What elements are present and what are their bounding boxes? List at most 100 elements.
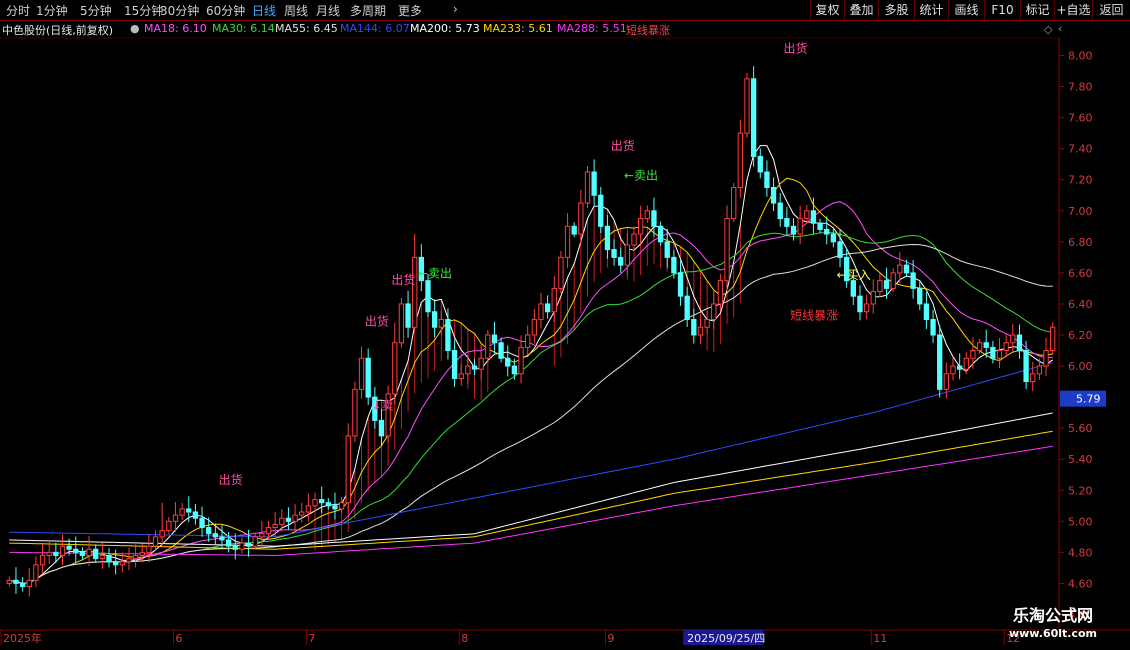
candle-body — [33, 564, 39, 581]
candle-body — [511, 365, 518, 375]
candle-body — [664, 241, 670, 258]
candle-body — [159, 530, 165, 538]
candle-body — [112, 561, 119, 566]
candle-body — [86, 548, 92, 556]
x-tick-label: 11 — [873, 632, 887, 645]
candle-body — [611, 249, 617, 258]
candle-body — [937, 334, 943, 390]
candle-body — [631, 233, 637, 246]
ma-line-144 — [9, 362, 1053, 538]
candle-body — [1050, 326, 1056, 352]
signal-annotation: ←卖出 — [418, 267, 452, 281]
candle-body — [338, 502, 345, 510]
candle-body — [93, 548, 99, 560]
candle-body — [73, 548, 79, 553]
candle-body — [259, 533, 265, 538]
candle-body — [498, 342, 504, 359]
candle-body — [584, 171, 591, 204]
candle-body — [99, 554, 106, 560]
candle-body — [106, 554, 112, 563]
candle-body — [232, 545, 238, 550]
candle-body — [990, 346, 996, 359]
candle-body — [731, 187, 737, 220]
candle-body — [225, 539, 232, 547]
y-tick-label: 6.60 — [1068, 267, 1093, 280]
candle-body — [618, 256, 624, 266]
signal-annotation: 出货 — [611, 138, 635, 153]
candle-body — [172, 514, 179, 522]
kline-chart: 出货出货出货 ←卖出出货←卖出出货←买入短线暴涨↓卖 4.404.604.805.… — [0, 37, 1130, 645]
candle-body — [358, 357, 365, 390]
candle-body — [910, 272, 916, 289]
candle-body — [704, 318, 710, 328]
candle-body — [757, 155, 763, 173]
candle-body — [804, 210, 810, 220]
candle-body — [637, 218, 644, 235]
candle-body — [724, 218, 730, 282]
candle-body — [26, 579, 32, 588]
candle-body — [810, 210, 817, 224]
candle-body — [126, 558, 132, 563]
candle-body — [917, 287, 923, 305]
candle-body — [352, 388, 358, 437]
x-tick-label: 6 — [175, 632, 182, 645]
candle-body — [770, 187, 777, 204]
candle-body — [983, 342, 989, 348]
candle-body — [292, 514, 298, 522]
candle-body — [285, 517, 292, 522]
candle-body — [531, 318, 537, 336]
watermark-url: www.60lt.com — [1008, 627, 1098, 640]
y-tick-label: 4.80 — [1068, 546, 1093, 559]
candle-body — [571, 225, 577, 235]
y-tick-label: 8.00 — [1068, 50, 1093, 63]
candle-body — [564, 225, 571, 258]
candles — [6, 66, 1056, 597]
x-tick-label: 8 — [461, 632, 468, 645]
y-tick-label: 6.20 — [1068, 329, 1093, 342]
candle-body — [192, 511, 199, 519]
signal-annotation: ←买入 — [837, 268, 871, 282]
candle-body — [59, 545, 66, 556]
candle-body — [239, 542, 245, 550]
candle-body — [930, 318, 936, 336]
candle-body — [66, 545, 72, 550]
candle-body — [279, 517, 285, 525]
y-tick-label: 4.60 — [1068, 577, 1093, 590]
candle-body — [578, 202, 584, 235]
y-tick-label: 5.60 — [1068, 422, 1093, 435]
signal-annotation: 出货 — [219, 472, 243, 487]
candle-body — [711, 303, 717, 320]
candle-body — [119, 561, 125, 566]
candle-body — [598, 194, 604, 227]
candle-body — [299, 511, 305, 516]
candle-body — [790, 225, 797, 235]
candle-body — [544, 303, 551, 313]
candle-body — [870, 291, 876, 305]
candle-body — [883, 280, 890, 289]
candle-body — [392, 342, 398, 395]
candle-body — [319, 499, 325, 504]
candle-body — [764, 171, 770, 188]
candle-body — [465, 365, 471, 375]
candle-body — [132, 554, 139, 560]
annotations: 出货出货出货 ←卖出出货←卖出出货←买入短线暴涨↓卖 — [219, 40, 871, 487]
candle-body — [485, 334, 491, 359]
candle-body — [877, 280, 883, 293]
candle-body — [139, 551, 145, 556]
y-tick-label: 7.20 — [1068, 174, 1093, 187]
x-tick-label: 2025/09/25/四 — [687, 632, 765, 645]
candle-body — [252, 536, 258, 547]
diamond-icon[interactable]: ◇ — [1044, 23, 1052, 36]
candle-body — [943, 373, 950, 390]
chevron-left-icon[interactable]: ‹ — [1058, 22, 1062, 35]
candle-body — [186, 508, 192, 513]
current-price-label: 5.79 — [1076, 393, 1101, 406]
signal-annotation: 短线暴涨 — [790, 307, 838, 322]
candle-body — [405, 303, 411, 328]
candle-body — [970, 350, 976, 359]
candle-body — [784, 218, 790, 227]
y-tick-label: 7.00 — [1068, 205, 1093, 218]
candle-body — [6, 579, 12, 584]
candle-body — [890, 272, 896, 289]
candle-body — [591, 171, 597, 196]
